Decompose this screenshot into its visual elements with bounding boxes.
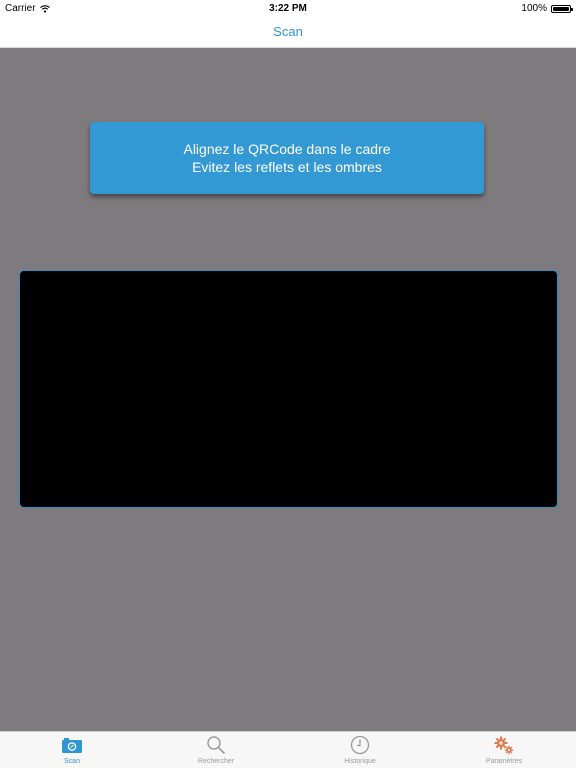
- battery-info: 100%: [521, 3, 573, 14]
- instruction-line-2: Evitez les reflets et les ombres: [192, 159, 382, 175]
- status-time: 3:22 PM: [269, 3, 307, 14]
- battery-icon: [551, 4, 573, 13]
- navigation-bar: Scan: [0, 18, 576, 48]
- battery-percent: 100%: [521, 3, 547, 14]
- tab-rechercher[interactable]: Rechercher: [144, 732, 288, 768]
- tab-scan-label: Scan: [64, 758, 80, 765]
- tab-historique[interactable]: Historique: [288, 732, 432, 768]
- camera-scan-frame: [19, 270, 558, 508]
- instruction-banner: Alignez le QRCode dans le cadre Evitez l…: [90, 122, 484, 194]
- tab-parametres[interactable]: Paramètres: [432, 732, 576, 768]
- page-title: Scan: [273, 24, 303, 39]
- camera-icon: [61, 735, 83, 755]
- tab-parametres-label: Paramètres: [485, 758, 523, 765]
- tab-scan[interactable]: Scan: [0, 732, 144, 768]
- tab-rechercher-label: Rechercher: [197, 758, 235, 765]
- tab-historique-label: Historique: [344, 758, 376, 765]
- gears-icon: [493, 735, 515, 755]
- status-bar: Carrier 3:22 PM 100%: [0, 0, 576, 18]
- clock-icon: [349, 735, 371, 755]
- tab-bar: Scan Rechercher Historique Paramètres: [0, 731, 576, 768]
- instruction-line-1: Alignez le QRCode dans le cadre: [183, 141, 391, 157]
- search-icon: [205, 735, 227, 755]
